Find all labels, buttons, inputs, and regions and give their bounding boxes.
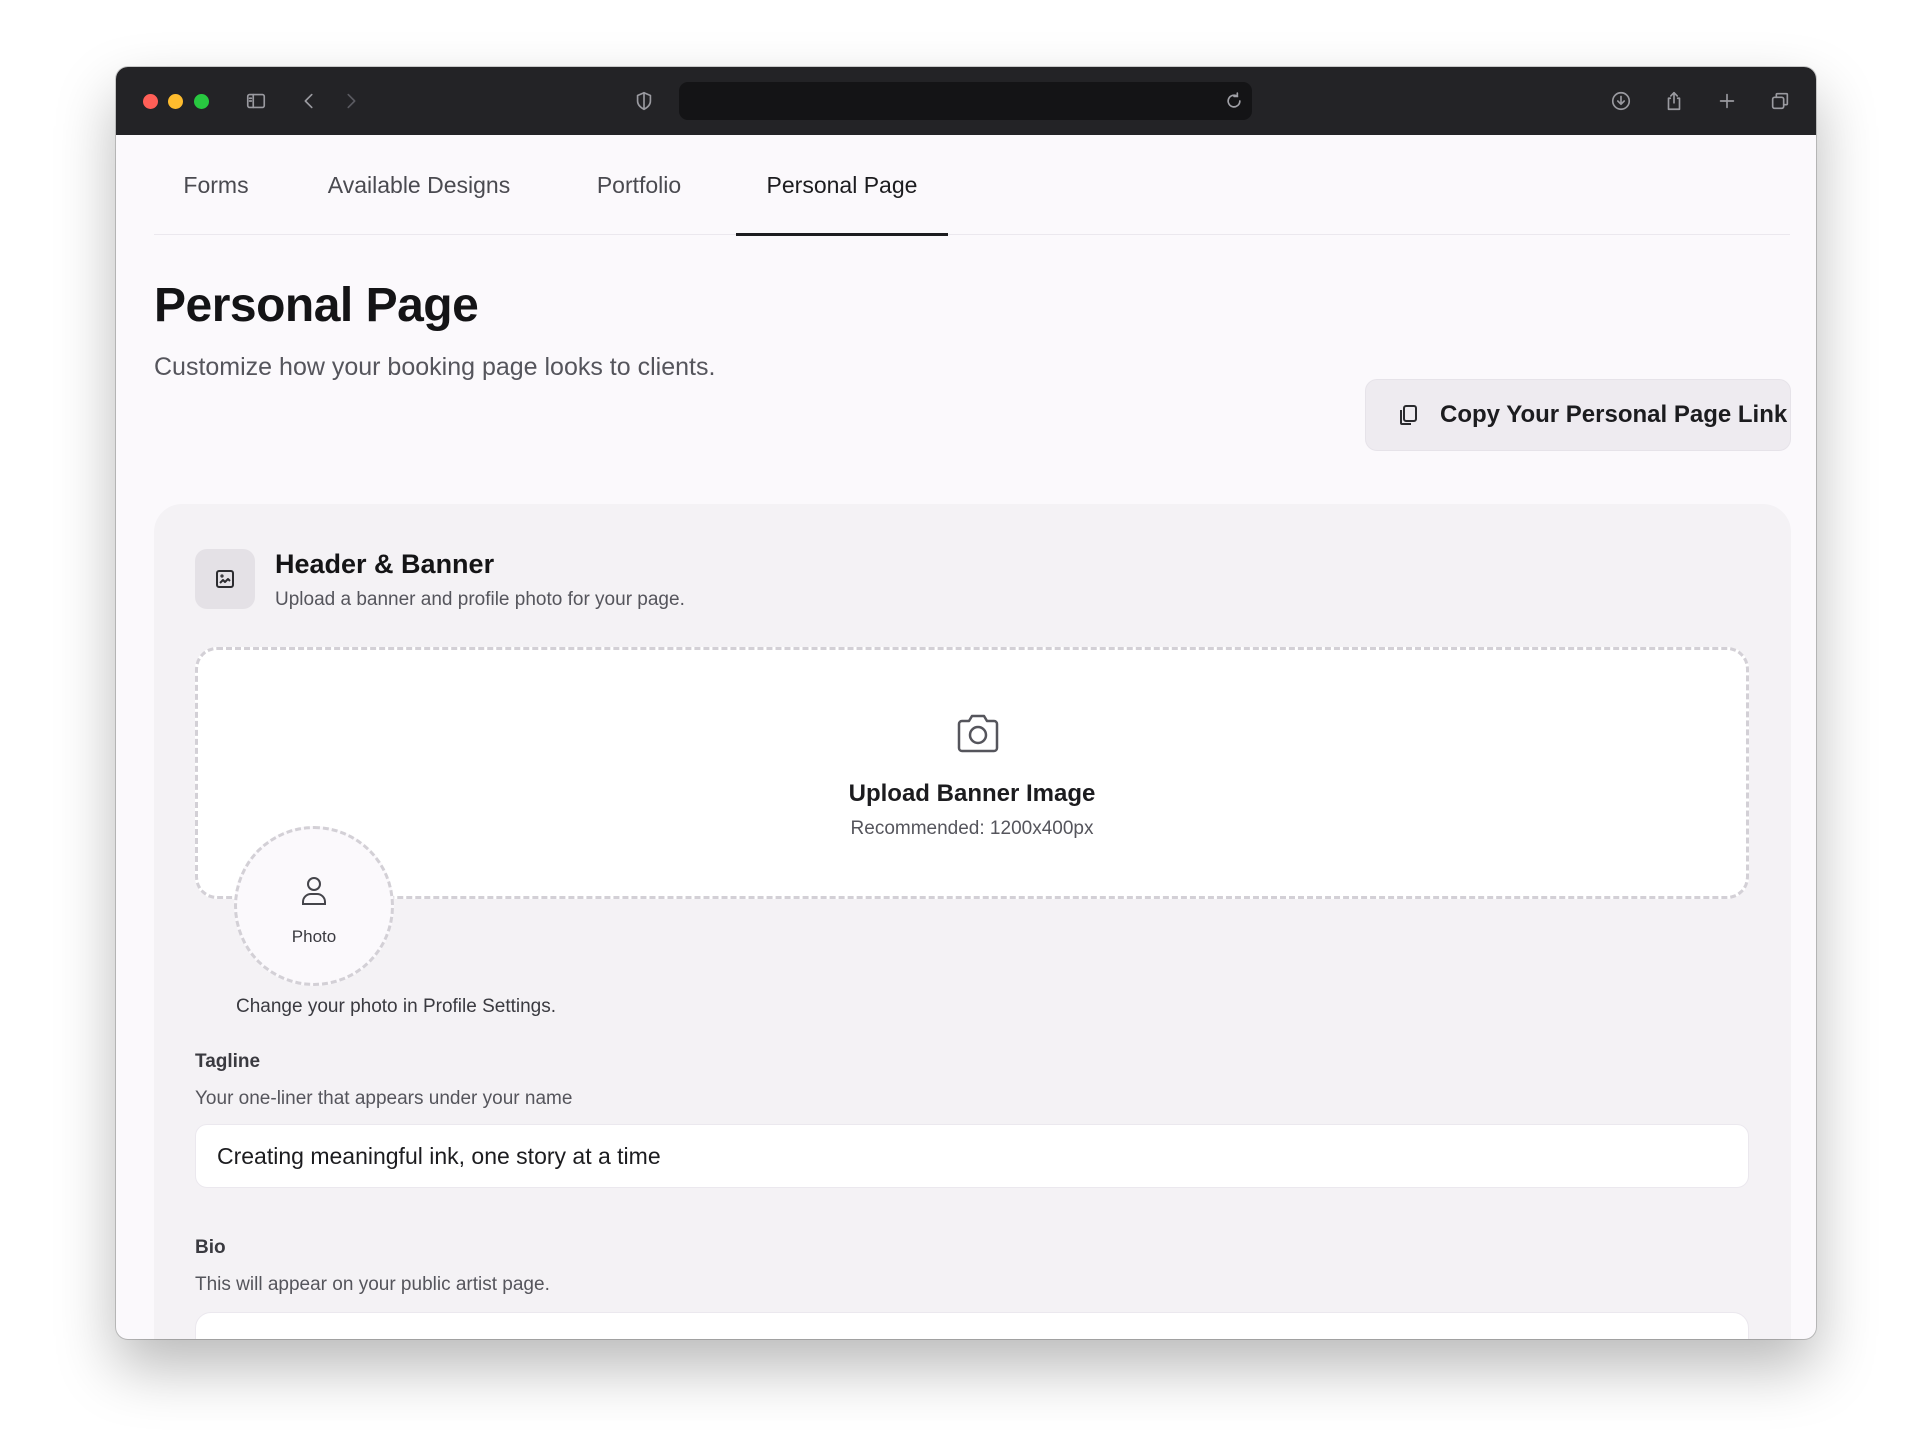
bio-textarea[interactable]: I've been tattooing for over 8 years, sp… <box>195 1312 1749 1339</box>
copy-personal-page-link-button[interactable]: Copy Your Personal Page Link <box>1365 379 1791 451</box>
tagline-input[interactable]: Creating meaningful ink, one story at a … <box>195 1124 1749 1188</box>
photo-label: Photo <box>291 927 337 946</box>
browser-window: Forms Available Designs Portfolio Person… <box>116 67 1816 1339</box>
bio-help: This will appear on your public artist p… <box>195 1274 550 1295</box>
page-title: Personal Page <box>154 279 479 332</box>
browser-titlebar <box>116 67 1816 135</box>
sidebar-icon[interactable] <box>242 87 270 115</box>
camera-icon <box>955 712 1001 754</box>
upload-banner-hint: Recommended: 1200x400px <box>850 818 1094 839</box>
minimize-window-button[interactable] <box>168 94 183 109</box>
person-icon <box>299 875 329 907</box>
chevron-right-icon[interactable] <box>337 87 365 115</box>
page-content: Forms Available Designs Portfolio Person… <box>116 135 1816 1339</box>
section-title: Header & Banner <box>275 549 495 579</box>
tab-personal-page[interactable]: Personal Page <box>736 135 948 236</box>
tab-available-designs[interactable]: Available Designs <box>316 135 522 235</box>
page-subtitle: Customize how your booking page looks to… <box>154 353 716 381</box>
tabs-icon[interactable] <box>1766 87 1794 115</box>
tab-bar: Forms Available Designs Portfolio Person… <box>154 135 1790 236</box>
close-window-button[interactable] <box>143 94 158 109</box>
photo-settings-note: Change your photo in Profile Settings. <box>236 996 557 1017</box>
zoom-window-button[interactable] <box>194 94 209 109</box>
image-icon <box>195 549 255 609</box>
profile-photo-placeholder[interactable]: Photo <box>234 826 394 986</box>
header-banner-card: Header & Banner Upload a banner and prof… <box>154 504 1791 1339</box>
plus-icon[interactable] <box>1713 87 1741 115</box>
tagline-help: Your one-liner that appears under your n… <box>195 1088 573 1109</box>
share-icon[interactable] <box>1660 87 1688 115</box>
section-description: Upload a banner and profile photo for yo… <box>275 589 685 610</box>
address-bar[interactable] <box>679 82 1252 120</box>
reload-icon[interactable] <box>1224 91 1244 111</box>
shield-icon[interactable] <box>630 87 658 115</box>
copy-link-label: Copy Your Personal Page Link <box>1440 401 1788 428</box>
copy-icon <box>1400 405 1417 425</box>
banner-upload-dropzone[interactable]: Upload Banner Image Recommended: 1200x40… <box>195 647 1749 899</box>
bio-label: Bio <box>195 1237 226 1258</box>
download-icon[interactable] <box>1607 87 1635 115</box>
chevron-left-icon[interactable] <box>295 87 323 115</box>
tab-forms[interactable]: Forms <box>164 135 268 235</box>
upload-banner-title: Upload Banner Image <box>848 780 1096 807</box>
tab-portfolio[interactable]: Portfolio <box>570 135 708 235</box>
tagline-label: Tagline <box>195 1051 261 1072</box>
